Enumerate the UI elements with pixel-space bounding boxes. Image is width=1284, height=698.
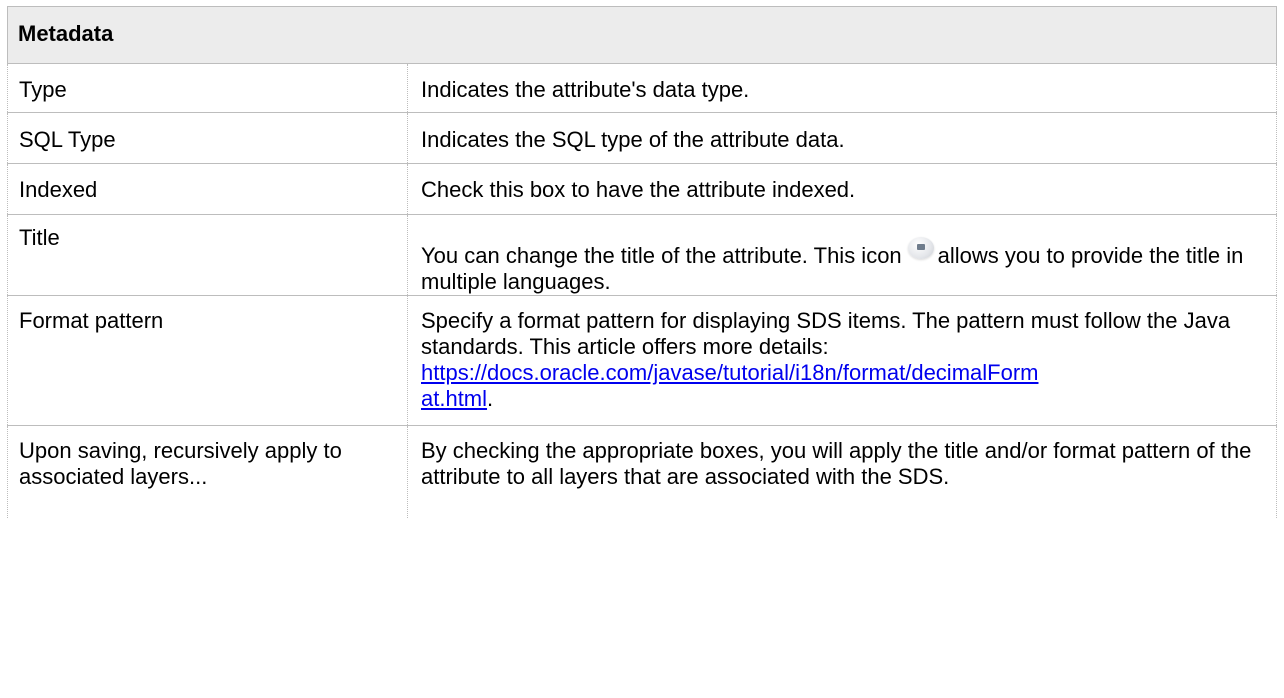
table-row: SQL Type Indicates the SQL type of the a… bbox=[7, 112, 1278, 164]
table-row: Type Indicates the attribute's data type… bbox=[7, 63, 1278, 113]
row-desc-upon-saving: By checking the appropriate boxes, you w… bbox=[406, 425, 1278, 518]
table-header: Metadata bbox=[6, 6, 1278, 64]
row-key-indexed: Indexed bbox=[7, 163, 408, 215]
row-desc-indexed: Check this box to have the attribute ind… bbox=[406, 163, 1278, 215]
row-key-upon-saving: Upon saving, recursively apply to associ… bbox=[7, 425, 408, 518]
decimal-format-link[interactable]: https://docs.oracle.com/javase/tutorial/… bbox=[421, 360, 1038, 411]
format-pattern-desc: Specify a format pattern for displaying … bbox=[421, 308, 1231, 359]
table-row: Upon saving, recursively apply to associ… bbox=[7, 425, 1278, 518]
table-row: Title You can change the title of the at… bbox=[7, 214, 1278, 296]
table-row: Format pattern Specify a format pattern … bbox=[7, 295, 1278, 426]
language-globe-icon[interactable] bbox=[907, 237, 934, 259]
row-desc-sql-type: Indicates the SQL type of the attribute … bbox=[406, 112, 1278, 164]
row-desc-title: You can change the title of the attribut… bbox=[406, 214, 1278, 296]
table-header-row: Metadata bbox=[6, 6, 1278, 64]
format-pattern-desc-end: . bbox=[487, 386, 494, 411]
row-desc-type: Indicates the attribute's data type. bbox=[406, 63, 1278, 113]
row-key-title: Title bbox=[7, 214, 408, 296]
row-key-sql-type: SQL Type bbox=[7, 112, 408, 164]
row-key-type: Type bbox=[7, 63, 408, 113]
row-key-format-pattern: Format pattern bbox=[7, 295, 408, 426]
metadata-table: Metadata Type Indicates the attribute's … bbox=[6, 6, 1278, 518]
row-desc-format-pattern: Specify a format pattern for displaying … bbox=[406, 295, 1278, 426]
table-row: Indexed Check this box to have the attri… bbox=[7, 163, 1278, 215]
title-desc-before: You can change the title of the attribut… bbox=[421, 243, 902, 268]
